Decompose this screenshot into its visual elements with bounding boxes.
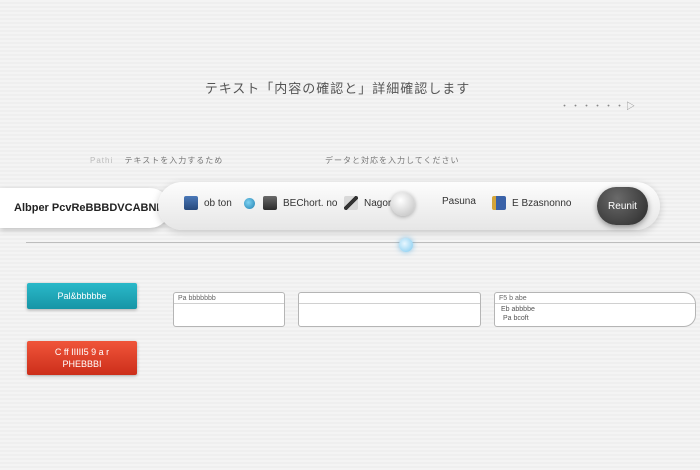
toolbar-item-label: Pasuna <box>442 196 476 207</box>
brand-label: Albper PcvReBBBDVCABNI <box>14 202 160 214</box>
toolbar-item-label: BEChort. no <box>283 197 338 209</box>
red-button-line-1: C ff IIIII5 9 a r <box>54 347 110 357</box>
sub-header-left-label: テキストを入力するため <box>124 156 224 165</box>
brand-pill[interactable]: Albper PcvReBBBDVCABNI <box>0 188 170 228</box>
field-header: Pa bbbbbbb <box>174 293 284 304</box>
red-action-button[interactable]: C ff IIIII5 9 a r PHEBBBI <box>27 341 137 375</box>
page-title: テキスト「内容の確認と」詳細確認します <box>204 81 471 96</box>
toolbar-item-3[interactable]: Nagoro <box>344 196 397 210</box>
cyan-globe-icon <box>243 197 255 209</box>
toolbar-item-label: ob ton <box>204 197 232 209</box>
toolbar-item-label: E Bzasnonno <box>512 197 572 209</box>
field-value-secondary: Pa bcoft <box>503 315 529 322</box>
divider-line <box>26 242 700 243</box>
toolbar-item-2[interactable]: BEChort. no <box>263 196 337 210</box>
dark-book-icon <box>263 196 277 210</box>
red-button-line-2: PHEBBBI <box>62 359 102 369</box>
toolbar-item-5[interactable]: E Bzasnonno <box>492 196 572 210</box>
slider-handle[interactable] <box>399 238 413 252</box>
field-header <box>299 293 480 304</box>
field-box-1[interactable]: Pa bbbbbbb <box>173 292 285 327</box>
field-value <box>174 304 284 308</box>
toolbar-item-1[interactable]: ob ton <box>184 196 255 210</box>
toolbar-toggle[interactable] <box>391 192 415 216</box>
field-value <box>299 304 480 308</box>
tools-icon <box>344 196 358 210</box>
field-header: F5 b abe <box>495 293 695 304</box>
gold-doc-icon <box>492 196 506 210</box>
teal-action-button[interactable]: Pal&bbbbbe <box>27 283 137 309</box>
toolbar: ob ton BEChort. no Nagoro Pasuna E Bzasn… <box>158 182 660 230</box>
field-box-3[interactable]: F5 b abe Eb abbbbe Pa bcoft <box>494 292 696 327</box>
sub-header-left: Pathi テキストを入力するため <box>90 155 223 166</box>
toolbar-item-4[interactable]: Pasuna <box>442 196 476 207</box>
blue-document-icon <box>184 196 198 210</box>
primary-button[interactable]: Reunit <box>597 187 648 225</box>
sub-header-right: データと対応を入力してください <box>325 156 460 165</box>
top-meta: ・・・・・・▷ <box>560 101 638 111</box>
sub-header-muted-label: Pathi <box>90 156 114 165</box>
field-value: Eb abbbbe <box>501 306 535 313</box>
field-box-2[interactable] <box>298 292 481 327</box>
